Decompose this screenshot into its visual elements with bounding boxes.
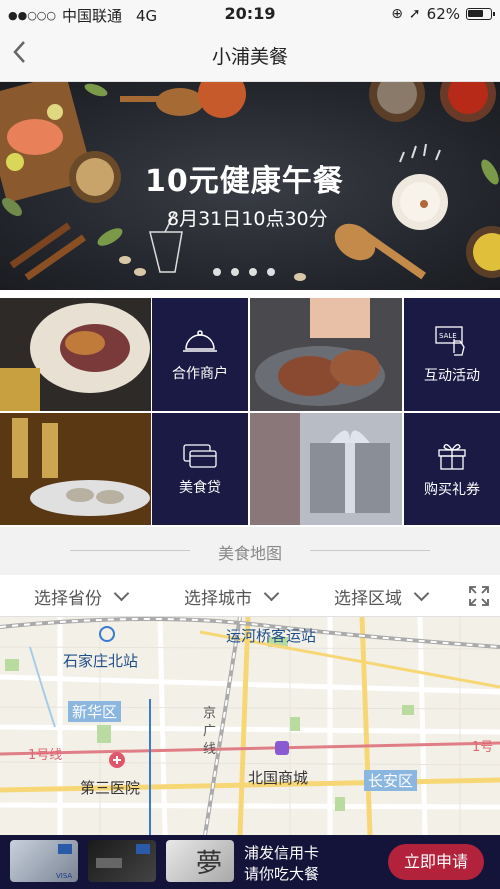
pager-dot[interactable] bbox=[213, 268, 221, 276]
svg-text:夢: 夢 bbox=[196, 849, 222, 879]
ad-banner[interactable]: VISA 夢 浦发信用卡 请你吃大餐 立即申请 bbox=[0, 835, 500, 889]
carousel-pager[interactable] bbox=[213, 268, 275, 276]
expand-icon bbox=[469, 586, 489, 606]
svg-text:SALE: SALE bbox=[439, 332, 457, 340]
steak-photo[interactable] bbox=[250, 298, 402, 411]
map-label-mall[interactable]: 北国商城 bbox=[248, 767, 308, 788]
ad-line-2: 请你吃大餐 bbox=[244, 865, 320, 883]
tile-label: 购买礼券 bbox=[424, 482, 480, 498]
food-map[interactable]: 运河桥客运站 石家庄北站 新华区 京广线 1号线 1号 第三医院 北国商城 长安… bbox=[0, 617, 500, 835]
sale-tap-icon: SALE bbox=[435, 325, 465, 356]
section-header: 美食地图 bbox=[0, 527, 500, 575]
ad-line-1: 浦发信用卡 bbox=[244, 844, 320, 862]
banner-headline: 10元健康午餐 bbox=[145, 164, 344, 199]
feature-grid: 合作商户 SALE 互动活动 美食贷 购买礼券 bbox=[0, 298, 500, 526]
location-icon: ➚ bbox=[408, 6, 421, 22]
chevron-down-icon bbox=[413, 585, 430, 602]
credit-card-image: VISA bbox=[10, 840, 78, 882]
district-label: 选择区域 bbox=[334, 589, 402, 609]
map-filters: 选择省份 选择城市 选择区域 bbox=[0, 575, 500, 617]
champagne-photo[interactable] bbox=[0, 413, 151, 525]
promo-banner[interactable]: 10元健康午餐 8月31日10点30分 bbox=[0, 82, 500, 290]
city-label: 选择城市 bbox=[184, 589, 252, 609]
chevron-down-icon bbox=[263, 585, 280, 602]
navigation-bar: 小浦美餐 bbox=[0, 28, 500, 82]
status-bar: ●●○○○ 中国联通 4G 20:19 ⊕ ➚ 62% bbox=[0, 0, 500, 28]
map-label-metro-line1-right: 1号 bbox=[472, 740, 494, 755]
banner-subline: 8月31日10点30分 bbox=[167, 208, 328, 230]
province-label: 选择省份 bbox=[34, 589, 102, 609]
pager-dot[interactable] bbox=[267, 268, 275, 276]
gift-icon bbox=[438, 443, 466, 470]
credit-card-image: 夢 bbox=[166, 840, 234, 882]
map-label-changan-district[interactable]: 长安区 bbox=[364, 770, 418, 791]
pager-dot[interactable] bbox=[249, 268, 257, 276]
apply-now-button[interactable]: 立即申请 bbox=[388, 844, 484, 880]
rotation-lock-icon: ⊕ bbox=[391, 6, 403, 22]
pager-dot-active[interactable] bbox=[231, 268, 239, 276]
map-label-xinhua-district[interactable]: 新华区 bbox=[68, 701, 122, 722]
tile-buy-vouchers[interactable]: 购买礼券 bbox=[404, 413, 500, 525]
map-label-metro-line1: 1号线 bbox=[28, 748, 63, 763]
province-select[interactable]: 选择省份 bbox=[34, 584, 130, 609]
tile-partner-merchants[interactable]: 合作商户 bbox=[152, 298, 248, 411]
section-title: 美食地图 bbox=[217, 544, 282, 563]
gift-photo[interactable] bbox=[250, 413, 402, 525]
battery-icon bbox=[466, 8, 495, 20]
cloche-icon bbox=[183, 329, 217, 352]
card-icon bbox=[183, 444, 217, 468]
district-select[interactable]: 选择区域 bbox=[334, 584, 430, 609]
chevron-down-icon bbox=[113, 585, 130, 602]
divider bbox=[310, 550, 430, 551]
tile-label: 合作商户 bbox=[172, 365, 228, 382]
fullscreen-button[interactable] bbox=[468, 585, 490, 607]
page-title: 小浦美餐 bbox=[211, 46, 288, 68]
map-label-jingguang-line: 京广线 bbox=[203, 706, 217, 757]
credit-card-image bbox=[88, 840, 156, 882]
svg-text:VISA: VISA bbox=[56, 872, 72, 880]
map-label-hospital[interactable]: 第三医院 bbox=[80, 777, 140, 798]
map-label-north-station[interactable]: 石家庄北站 bbox=[63, 650, 138, 671]
map-label-bus-station[interactable]: 运河桥客运站 bbox=[226, 625, 316, 646]
dish-photo[interactable] bbox=[0, 298, 151, 411]
battery-percent: 62% bbox=[426, 5, 460, 23]
tile-interactive-events[interactable]: SALE 互动活动 bbox=[404, 298, 500, 411]
tile-food-loan[interactable]: 美食贷 bbox=[152, 413, 248, 525]
tile-label: 互动活动 bbox=[424, 367, 480, 384]
tile-label: 美食贷 bbox=[179, 480, 221, 496]
city-select[interactable]: 选择城市 bbox=[184, 584, 280, 609]
